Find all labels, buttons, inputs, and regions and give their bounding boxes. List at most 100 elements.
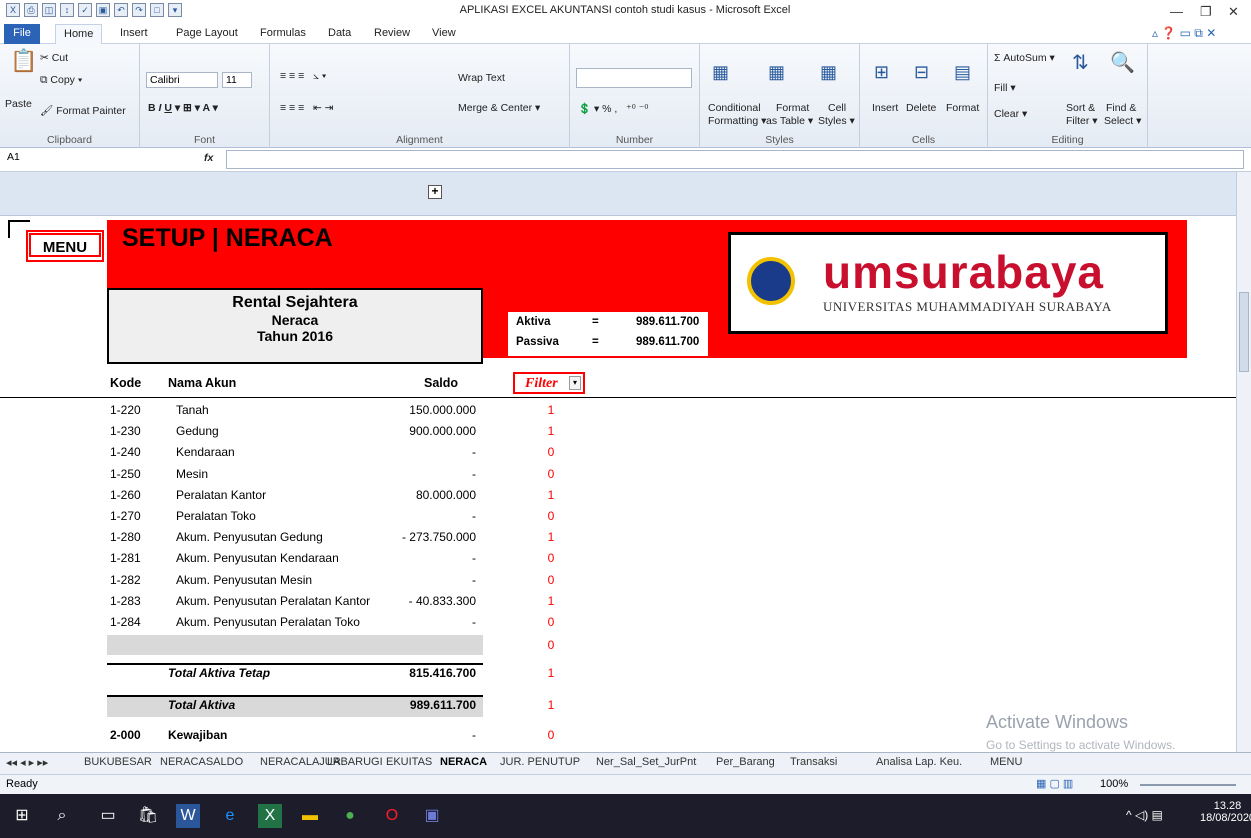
insert-button[interactable]: Insert: [872, 102, 898, 114]
worksheet[interactable]: + MENU SETUP | NERACA umsurabaya Moralit…: [0, 172, 1236, 752]
wrap-text-button[interactable]: Wrap Text: [458, 72, 505, 84]
excel-taskbar-icon[interactable]: X: [258, 804, 282, 828]
file-explorer-icon[interactable]: ▬: [298, 804, 322, 828]
scroll-thumb[interactable]: [1239, 292, 1249, 372]
spell-icon[interactable]: ✓: [78, 3, 92, 17]
app-icon[interactable]: ▣: [420, 804, 444, 828]
sheet-tab-menu[interactable]: MENU: [990, 756, 1022, 768]
cell-styles-button-2[interactable]: Styles ▾: [818, 115, 855, 127]
tab-view[interactable]: View: [424, 24, 464, 44]
task-view-icon[interactable]: ▭: [96, 804, 120, 828]
view-buttons-icon[interactable]: ▦ ▢ ▥: [1036, 777, 1073, 790]
tab-file[interactable]: File: [4, 24, 40, 44]
format-table-button-2[interactable]: as Table ▾: [766, 115, 813, 127]
format-table-icon[interactable]: ▦: [768, 62, 785, 83]
close-icon[interactable]: ✕: [1228, 4, 1239, 20]
name-box[interactable]: A1: [4, 150, 132, 169]
sheet-tab-analisa-lap-keu-[interactable]: Analisa Lap. Keu.: [876, 756, 962, 768]
search-icon[interactable]: ⌕: [50, 804, 74, 828]
windows-start-icon[interactable]: ⊞: [10, 804, 34, 828]
print-icon[interactable]: ⎙: [24, 3, 38, 17]
excel-app-icon[interactable]: X: [6, 3, 20, 17]
clock[interactable]: 13.28 18/08/2020: [1200, 800, 1251, 824]
tab-review[interactable]: Review: [366, 24, 418, 44]
sheet-tab-per-barang[interactable]: Per_Barang: [716, 756, 775, 768]
cell-styles-icon[interactable]: ▦: [820, 62, 837, 83]
sheet-tab-transaksi[interactable]: Transaksi: [790, 756, 837, 768]
sheet-tab-ner-sal-set-jurpnt[interactable]: Ner_Sal_Set_JurPnt: [596, 756, 696, 768]
format-button[interactable]: Format: [946, 102, 979, 114]
table-row[interactable]: 1-250 Mesin - 0: [0, 464, 600, 485]
tab-data[interactable]: Data: [320, 24, 359, 44]
binoculars-icon[interactable]: 🔍: [1110, 50, 1135, 75]
fill-button[interactable]: Fill ▾: [994, 82, 1016, 94]
table-row[interactable]: 1-284 Akum. Penyusutan Peralatan Toko - 0: [0, 612, 600, 633]
merge-center-button[interactable]: Merge & Center ▾: [458, 102, 540, 114]
cell-styles-button[interactable]: Cell: [828, 102, 846, 114]
paste-button[interactable]: Paste: [5, 98, 32, 110]
store-icon[interactable]: 🛍: [136, 804, 160, 828]
bold-button[interactable]: B I U ▾ ⊞ ▾ A ▾: [148, 102, 218, 114]
sheet-tab-neracasaldo[interactable]: NERACASALDO: [160, 756, 243, 768]
find-select-button[interactable]: Find &: [1106, 102, 1136, 114]
copy-button[interactable]: ⧉ Copy ▾: [40, 74, 82, 87]
total-aktiva-tetap-row[interactable]: Total Aktiva Tetap 815.416.700 1: [0, 663, 600, 686]
total-aktiva-row[interactable]: Total Aktiva 989.611.700 1: [0, 695, 600, 718]
restore-icon[interactable]: ❐: [1200, 4, 1212, 20]
fx-icon[interactable]: fx: [204, 152, 213, 164]
conditional-formatting-icon[interactable]: ▦: [712, 62, 729, 83]
font-size-select[interactable]: 11: [222, 72, 252, 88]
number-format-select[interactable]: [576, 68, 692, 88]
find-select-button-2[interactable]: Select ▾: [1104, 115, 1141, 127]
table-row[interactable]: 1-260 Peralatan Kantor 80.000.000 1: [0, 485, 600, 506]
sheet-tab-neraca[interactable]: NERACA: [440, 756, 487, 768]
format-painter-button[interactable]: 🖌 Format Painter: [40, 104, 126, 117]
sheet-tab-bukubesar[interactable]: BUKUBESAR: [84, 756, 152, 768]
delete-cells-icon[interactable]: ⊟: [914, 62, 929, 83]
kewajiban-row[interactable]: 2-000 Kewajiban - 0: [0, 725, 600, 746]
redo-icon[interactable]: ↷: [132, 3, 146, 17]
tab-home[interactable]: Home: [55, 24, 103, 44]
conditional-formatting-button[interactable]: Conditional: [708, 102, 761, 114]
zoom-level[interactable]: 100%: [1100, 778, 1128, 790]
new-icon[interactable]: □: [150, 3, 164, 17]
table-row[interactable]: 1-220 Tanah 150.000.000 1: [0, 400, 600, 421]
formula-input[interactable]: [226, 150, 1244, 169]
customize-icon[interactable]: ▾: [168, 3, 182, 17]
edge-icon[interactable]: e: [218, 804, 242, 828]
filter-dropdown-icon[interactable]: ▾: [569, 376, 581, 390]
cut-button[interactable]: ✂ Cut: [40, 52, 68, 64]
autosum-button[interactable]: Σ AutoSum ▾: [994, 52, 1055, 64]
tab-formulas[interactable]: Formulas: [252, 24, 314, 44]
sort-filter-icon[interactable]: ⇅: [1072, 50, 1089, 75]
tab-insert[interactable]: Insert: [112, 24, 156, 44]
minimize-icon[interactable]: —: [1170, 4, 1183, 19]
delete-button[interactable]: Delete: [906, 102, 936, 114]
table-row[interactable]: 1-282 Akum. Penyusutan Mesin - 0: [0, 570, 600, 591]
table-row[interactable]: 1-240 Kendaraan - 0: [0, 442, 600, 463]
paste-icon[interactable]: 📋: [10, 48, 37, 74]
number-format-buttons[interactable]: 💲 ▾ % , ⁺⁰ ⁻⁰: [578, 102, 649, 115]
help-icon[interactable]: ▵ ❓ ▭ ⧉ ✕: [1152, 26, 1216, 41]
sort-filter-button-2[interactable]: Filter ▾: [1066, 115, 1098, 127]
menu-button[interactable]: MENU: [26, 230, 104, 262]
table-row[interactable]: 1-281 Akum. Penyusutan Kendaraan - 0: [0, 548, 600, 569]
font-name-select[interactable]: Calibri: [146, 72, 218, 88]
format-table-button[interactable]: Format: [776, 102, 809, 114]
table-row[interactable]: 1-280 Akum. Penyusutan Gedung - 273.750.00…: [0, 527, 600, 548]
clear-button[interactable]: Clear ▾: [994, 108, 1027, 120]
sheet-tab-ekuitas[interactable]: EKUITAS: [386, 756, 432, 768]
tab-nav-icon[interactable]: ◂◂ ◂ ▸ ▸▸: [6, 756, 48, 769]
sort-icon[interactable]: ↕: [60, 3, 74, 17]
chrome-icon[interactable]: ●: [338, 804, 362, 828]
sort-filter-button[interactable]: Sort &: [1066, 102, 1095, 114]
zoom-slider[interactable]: [1140, 784, 1236, 786]
format-cells-icon[interactable]: ▤: [954, 62, 971, 83]
conditional-formatting-button-2[interactable]: Formatting ▾: [708, 115, 766, 127]
table-row[interactable]: 1-283 Akum. Penyusutan Peralatan Kantor - …: [0, 591, 600, 612]
align-icons[interactable]: ≡ ≡ ≡ ⦣ ▾: [280, 70, 326, 83]
opera-icon[interactable]: O: [380, 804, 404, 828]
tab-page-layout[interactable]: Page Layout: [168, 24, 246, 44]
expand-group-button[interactable]: +: [428, 185, 442, 199]
table-row[interactable]: 1-230 Gedung 900.000.000 1: [0, 421, 600, 442]
